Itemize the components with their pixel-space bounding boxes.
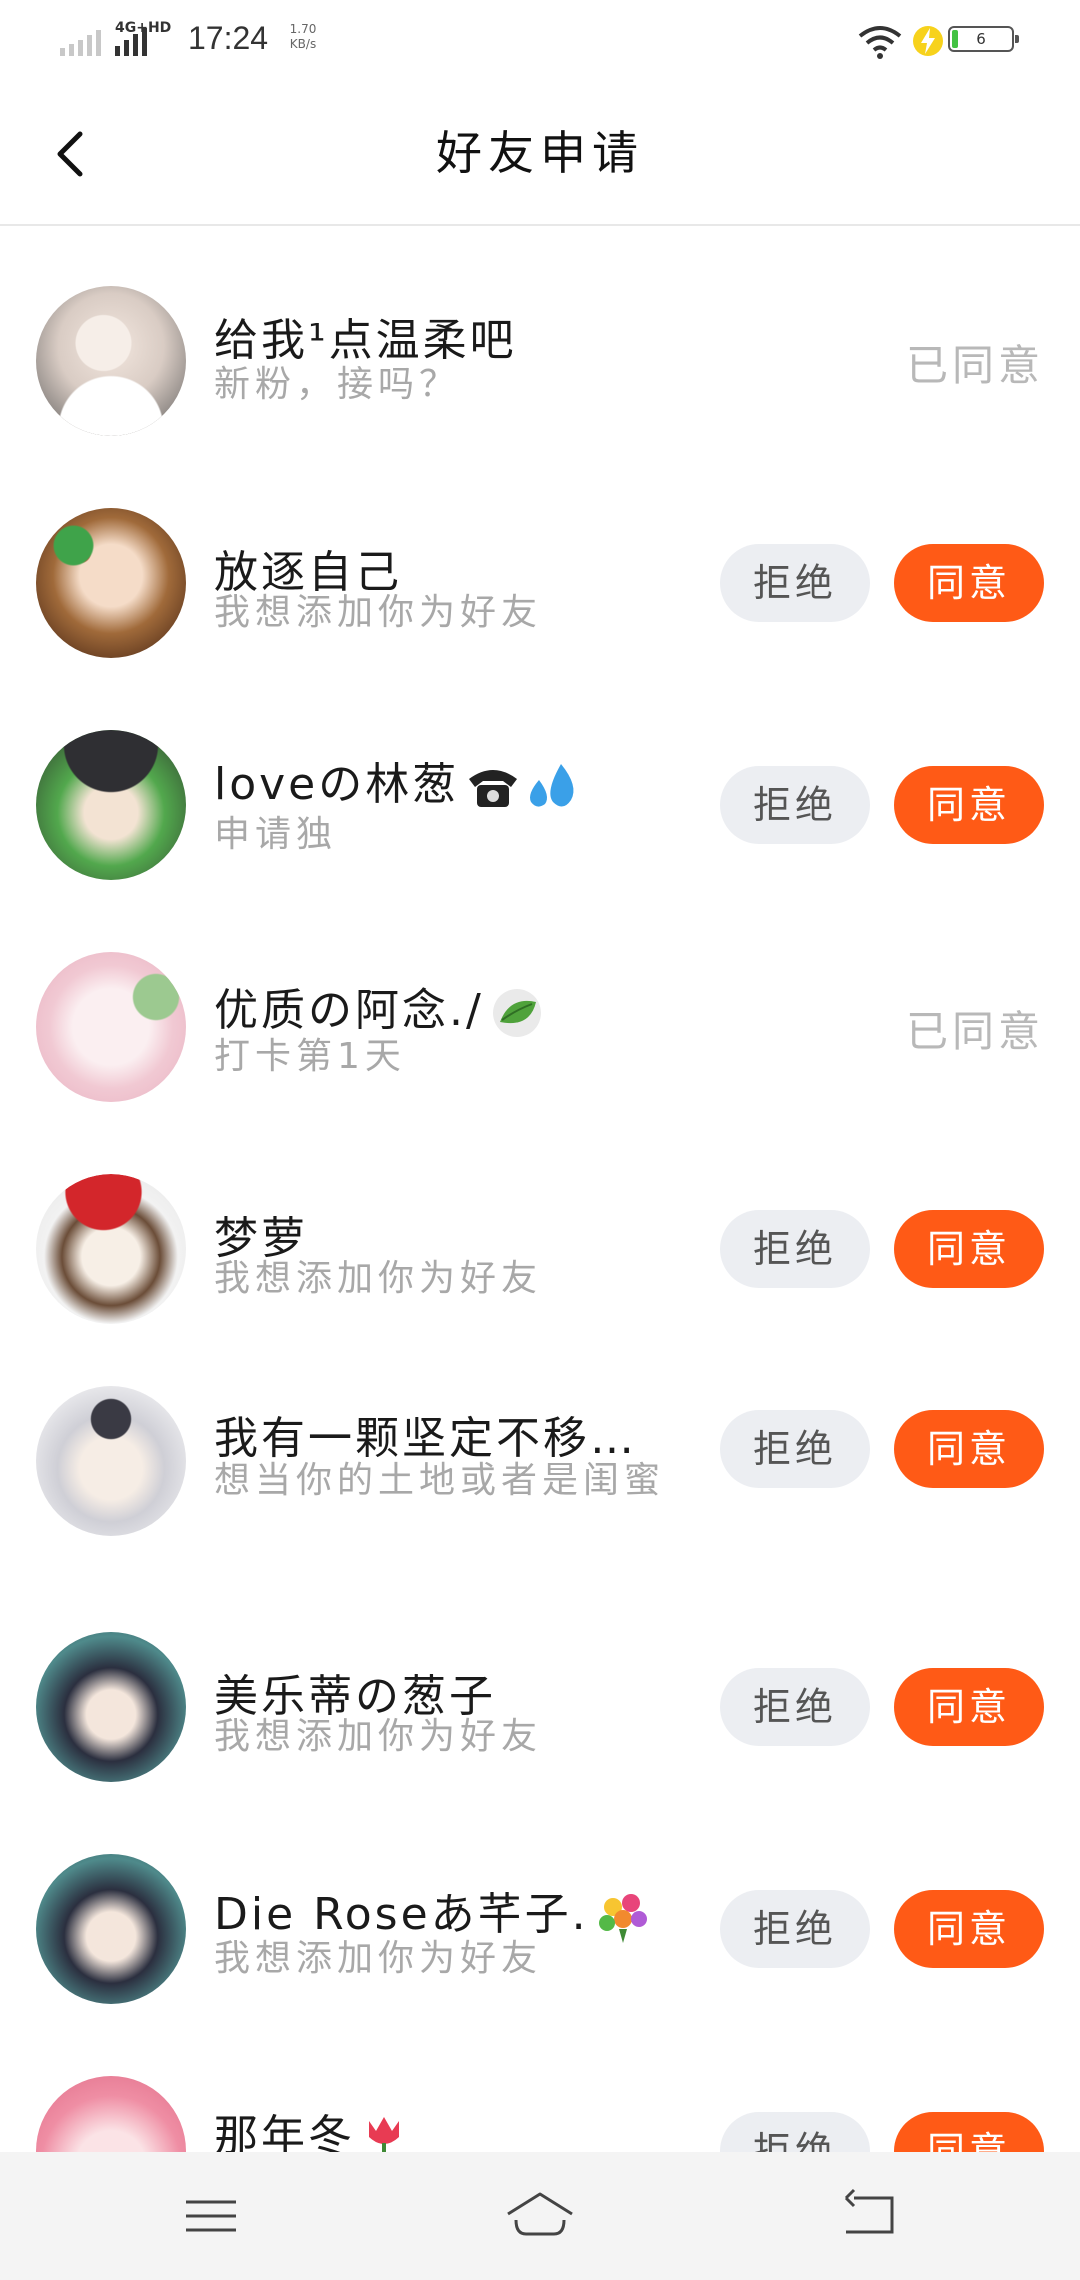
- reject-button[interactable]: 拒绝: [720, 1210, 870, 1288]
- request-message: 我想添加你为好友: [214, 1938, 543, 1979]
- signal-1-icon: [60, 30, 101, 56]
- status-bar: 4G+HD 17:24 1.70 KB/s 6: [0, 0, 1080, 80]
- leaf-icon: [492, 989, 541, 1037]
- request-message: 打卡第1天: [214, 1036, 406, 1077]
- bouquet-icon: [598, 1894, 647, 1943]
- request-message: 想当你的土地或者是闺蜜: [214, 1460, 666, 1501]
- request-row[interactable]: Die Roseあ芊子. 我想添加你为好友 拒绝 同意: [0, 1814, 1080, 2036]
- request-message: 我想添加你为好友: [214, 592, 543, 633]
- accept-button[interactable]: 同意: [894, 766, 1044, 844]
- battery-icon: 6: [948, 26, 1019, 52]
- request-row[interactable]: 优质の阿念./ 打卡第1天 已同意: [0, 892, 1080, 1114]
- clock: 17:24: [188, 20, 269, 56]
- home-icon[interactable]: [504, 2188, 576, 2244]
- reject-button[interactable]: 拒绝: [720, 1410, 870, 1488]
- signal-2-icon: [115, 28, 147, 56]
- avatar[interactable]: [36, 952, 186, 1102]
- request-message: 我想添加你为好友: [214, 1716, 543, 1757]
- network-speed: 1.70 KB/s: [289, 22, 317, 51]
- reject-button[interactable]: 拒绝: [720, 766, 870, 844]
- wifi-icon: [858, 26, 902, 59]
- reject-button[interactable]: 拒绝: [720, 1890, 870, 1968]
- request-row[interactable]: 梦萝 我想添加你为好友 拒绝 同意: [0, 1114, 1080, 1336]
- avatar[interactable]: [36, 286, 186, 436]
- avatar[interactable]: [36, 1632, 186, 1782]
- menu-icon[interactable]: [184, 2188, 238, 2244]
- page-title: 好友申请: [436, 126, 644, 180]
- status-agreed: 已同意: [905, 341, 1044, 390]
- accept-button[interactable]: 同意: [894, 1890, 1044, 1968]
- charging-icon: [913, 26, 943, 56]
- avatar[interactable]: [36, 1174, 186, 1324]
- requester-name: loveの林葱: [214, 748, 583, 814]
- request-row[interactable]: 美乐蒂の葱子 我想添加你为好友 拒绝 同意: [0, 1592, 1080, 1814]
- request-message: 新粉，接吗？: [214, 364, 461, 405]
- avatar[interactable]: [36, 730, 186, 880]
- system-nav-bar: [0, 2152, 1080, 2280]
- request-row[interactable]: 放逐自己 我想添加你为好友 拒绝 同意: [0, 448, 1080, 670]
- friend-request-list: 给我¹点温柔吧 新粉，接吗？ 已同意 放逐自己 我想添加你为好友 拒绝 同意 l…: [0, 226, 1080, 2258]
- request-message: 申请独: [214, 814, 338, 855]
- sweat-droplets-icon: [530, 764, 574, 807]
- back-button[interactable]: [40, 122, 104, 186]
- header: 好友申请: [0, 80, 1080, 226]
- status-agreed: 已同意: [905, 1007, 1044, 1056]
- telephone-icon: [469, 770, 518, 807]
- accept-button[interactable]: 同意: [894, 1410, 1044, 1488]
- request-row[interactable]: 我有一颗坚定不移… 想当你的土地或者是闺蜜 拒绝 同意: [0, 1336, 1080, 1592]
- accept-button[interactable]: 同意: [894, 544, 1044, 622]
- reject-button[interactable]: 拒绝: [720, 544, 870, 622]
- avatar[interactable]: [36, 1386, 186, 1536]
- accept-button[interactable]: 同意: [894, 1668, 1044, 1746]
- request-message: 我想添加你为好友: [214, 1258, 543, 1299]
- reject-button[interactable]: 拒绝: [720, 1668, 870, 1746]
- request-row[interactable]: 给我¹点温柔吧 新粉，接吗？ 已同意: [0, 226, 1080, 448]
- accept-button[interactable]: 同意: [894, 1210, 1044, 1288]
- request-row[interactable]: loveの林葱 申请独 拒绝 同意: [0, 670, 1080, 892]
- avatar[interactable]: [36, 508, 186, 658]
- back-icon[interactable]: [840, 2188, 900, 2244]
- avatar[interactable]: [36, 1854, 186, 2004]
